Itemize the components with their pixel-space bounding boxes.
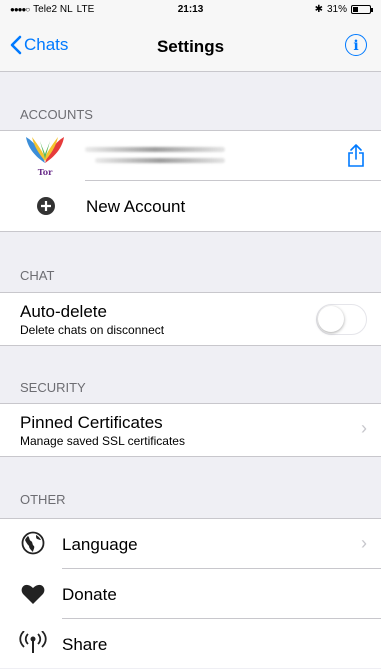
battery-info: ✱ 31% bbox=[314, 4, 373, 15]
battery-percent: 31% bbox=[326, 4, 347, 15]
section-header-other: OTHER bbox=[20, 492, 66, 507]
status-bar: ●●●●○ Tele2 NL LTE 21:13 ✱ 31% bbox=[0, 0, 381, 22]
plus-circle-icon bbox=[37, 197, 55, 215]
heart-icon bbox=[21, 584, 45, 604]
toggle-knob bbox=[318, 306, 344, 332]
security-group: Pinned Certificates Manage saved SSL cer… bbox=[0, 403, 381, 457]
donate-label: Donate bbox=[62, 585, 117, 604]
redacted-account-id bbox=[95, 158, 225, 163]
chevron-right-icon: › bbox=[361, 418, 367, 438]
share-export-icon[interactable] bbox=[347, 144, 365, 168]
section-header-security: SECURITY bbox=[20, 380, 86, 395]
auto-delete-title: Auto-delete bbox=[20, 302, 107, 321]
pinned-certificates-row[interactable]: Pinned Certificates Manage saved SSL cer… bbox=[0, 404, 381, 456]
accounts-group: Tor New Account bbox=[0, 130, 381, 232]
language-label: Language bbox=[62, 535, 138, 554]
donate-row[interactable]: Donate bbox=[0, 569, 381, 619]
chat-group: Auto-delete Delete chats on disconnect bbox=[0, 292, 381, 346]
new-account-label: New Account bbox=[86, 197, 186, 216]
globe-icon bbox=[21, 531, 45, 555]
section-header-chat: CHAT bbox=[20, 268, 55, 283]
chevron-right-icon: › bbox=[361, 533, 367, 553]
auto-delete-row: Auto-delete Delete chats on disconnect bbox=[0, 293, 381, 345]
auto-delete-subtitle: Delete chats on disconnect bbox=[20, 323, 165, 337]
auto-delete-toggle[interactable] bbox=[316, 304, 367, 335]
svg-text:Tor: Tor bbox=[38, 167, 53, 177]
broadcast-icon bbox=[19, 631, 47, 653]
other-group: Language › Donate Share bbox=[0, 518, 381, 668]
new-account-button[interactable]: New Account bbox=[0, 181, 381, 231]
page-title: Settings bbox=[156, 37, 225, 56]
account-row[interactable]: Tor bbox=[0, 131, 381, 181]
navigation-bar: Chats Settings i bbox=[0, 22, 381, 72]
pinned-certificates-subtitle: Manage saved SSL certificates bbox=[20, 434, 185, 448]
language-row[interactable]: Language › bbox=[0, 519, 381, 569]
battery-icon bbox=[351, 5, 373, 14]
section-header-accounts: ACCOUNTS bbox=[20, 107, 93, 122]
share-label: Share bbox=[62, 635, 108, 654]
account-logo-icon: Tor bbox=[26, 137, 64, 177]
bluetooth-icon: ✱ bbox=[314, 4, 323, 15]
share-row[interactable]: Share bbox=[0, 619, 381, 669]
pinned-certificates-title: Pinned Certificates bbox=[20, 413, 163, 432]
info-icon[interactable]: i bbox=[345, 34, 367, 56]
redacted-account-name bbox=[85, 147, 225, 152]
